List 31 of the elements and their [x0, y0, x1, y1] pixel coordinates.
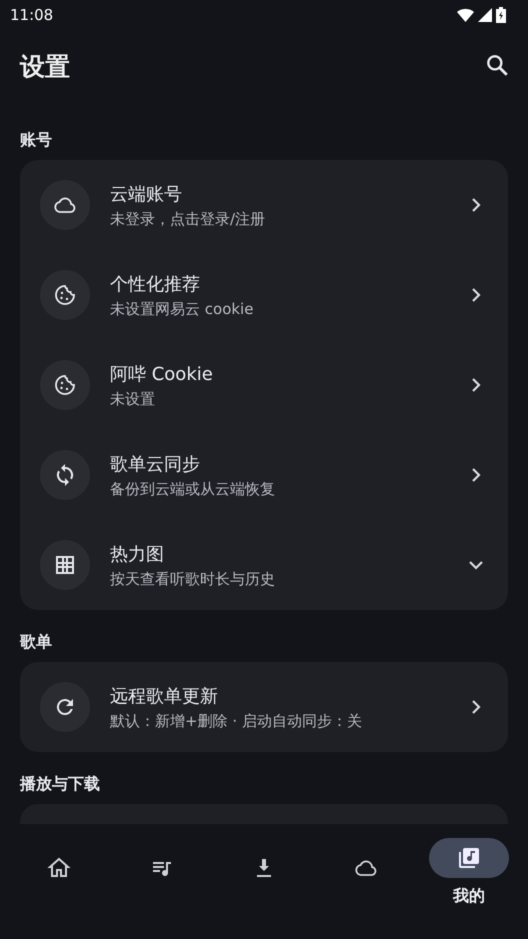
wifi-icon: [457, 8, 474, 22]
item-title: 热力图: [110, 542, 164, 566]
settings-item[interactable]: 阿哔 Cookie 未设置: [20, 340, 508, 430]
settings-item[interactable]: 歌单云同步 备份到云端或从云端恢复: [20, 430, 508, 520]
item-subtitle: 未设置网易云 cookie: [110, 300, 254, 318]
settings-item[interactable]: 远程歌单更新 默认：新增+删除 · 启动自动同步：关: [20, 662, 508, 752]
item-title: 阿哔 Cookie: [110, 362, 213, 386]
item-subtitle: 按天查看听歌时长与历史: [110, 570, 275, 588]
item-title: 云端账号: [110, 182, 182, 206]
section-header: 歌单: [20, 632, 53, 652]
item-title: 个性化推荐: [110, 272, 200, 296]
signal-icon: [478, 8, 492, 22]
settings-item[interactable]: 个性化推荐 未设置网易云 cookie: [20, 250, 508, 340]
cookie-icon: [53, 373, 77, 397]
item-subtitle: 备份到云端或从云端恢复: [110, 480, 275, 498]
home-icon: [47, 856, 72, 880]
item-subtitle: 未登录，点击登录/注册: [110, 210, 266, 228]
battery-icon: [496, 7, 506, 23]
section-header: 播放与下载: [20, 774, 101, 794]
grid-icon: [53, 553, 77, 577]
item-title: 歌单云同步: [110, 452, 200, 476]
page-title: 设置: [20, 50, 70, 82]
item-subtitle: 未设置: [110, 390, 155, 408]
cookie-icon: [53, 283, 77, 307]
status-time: 11:08: [10, 6, 54, 24]
settings-item[interactable]: 热力图 按天查看听歌时长与历史: [20, 520, 508, 610]
settings-item[interactable]: 云端账号 未登录，点击登录/注册: [20, 160, 508, 250]
music-library-icon: [456, 846, 481, 870]
section-header: 账号: [20, 130, 53, 150]
item-subtitle: 默认：新增+删除 · 启动自动同步：关: [110, 712, 362, 730]
item-title: 远程歌单更新: [110, 684, 218, 708]
